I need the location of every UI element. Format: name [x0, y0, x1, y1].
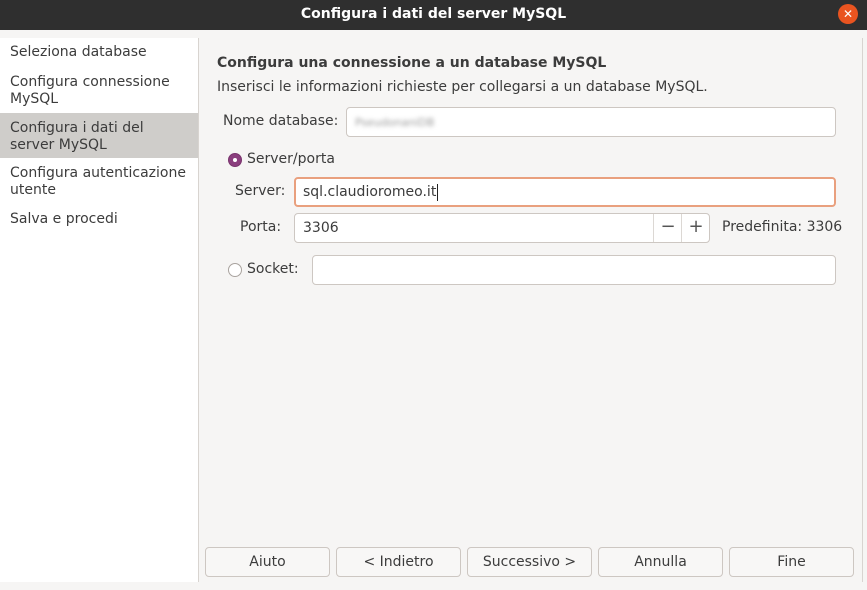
sidebar-item-user-auth[interactable]: Configura autenticazione utente	[0, 165, 198, 199]
database-name-label: Nome database:	[223, 113, 339, 129]
sidebar-item-label: Configura i dati del server MySQL	[10, 120, 144, 153]
increment-button[interactable]: +	[681, 214, 710, 242]
socket-radio-label[interactable]: Socket:	[247, 261, 299, 277]
sidebar-item-label: Configura connessione MySQL	[10, 74, 170, 107]
sidebar-item-configure-connection[interactable]: Configura connessione MySQL	[0, 74, 198, 108]
sidebar-item-select-database[interactable]: Seleziona database	[0, 44, 198, 61]
database-name-input[interactable]: PseudonaniDB	[346, 107, 836, 137]
socket-radio[interactable]	[228, 263, 242, 277]
help-button[interactable]: Aiuto	[205, 547, 330, 577]
finish-button[interactable]: Fine	[729, 547, 854, 577]
sidebar-item-server-data[interactable]: Configura i dati del server MySQL	[0, 113, 198, 158]
title-bar: Configura i dati del server MySQL ✕	[0, 0, 867, 30]
page-title: Configura una connessione a un database …	[217, 55, 607, 71]
port-label: Porta:	[240, 219, 282, 235]
content-border	[862, 38, 863, 582]
sidebar-item-label: Configura autenticazione utente	[10, 165, 186, 198]
port-value: 3306	[303, 220, 339, 236]
port-default-text: Predefinita: 3306	[722, 219, 843, 235]
port-spinbutton[interactable]: 3306 − +	[294, 213, 710, 243]
page-description: Inserisci le informazioni richieste per …	[217, 79, 708, 95]
close-icon[interactable]: ✕	[838, 4, 858, 24]
sidebar-item-label: Salva e procedi	[10, 211, 118, 227]
cancel-button[interactable]: Annulla	[598, 547, 723, 577]
decrement-button[interactable]: −	[653, 214, 682, 242]
sidebar-item-save-proceed[interactable]: Salva e procedi	[0, 211, 198, 228]
window-title: Configura i dati del server MySQL	[300, 6, 567, 22]
server-port-radio[interactable]	[228, 153, 242, 167]
back-button[interactable]: < Indietro	[336, 547, 461, 577]
server-port-radio-label[interactable]: Server/porta	[247, 151, 335, 167]
server-label: Server:	[235, 183, 286, 199]
server-input[interactable]: sql.claudioromeo.it	[294, 177, 836, 207]
text-caret	[437, 183, 439, 201]
server-value: sql.claudioromeo.it	[303, 184, 437, 200]
wizard-steps-sidebar: Seleziona database Configura connessione…	[0, 38, 199, 582]
sidebar-item-label: Seleziona database	[10, 44, 147, 60]
database-name-value: PseudonaniDB	[355, 116, 435, 129]
next-button[interactable]: Successivo >	[467, 547, 592, 577]
socket-input[interactable]	[312, 255, 836, 285]
